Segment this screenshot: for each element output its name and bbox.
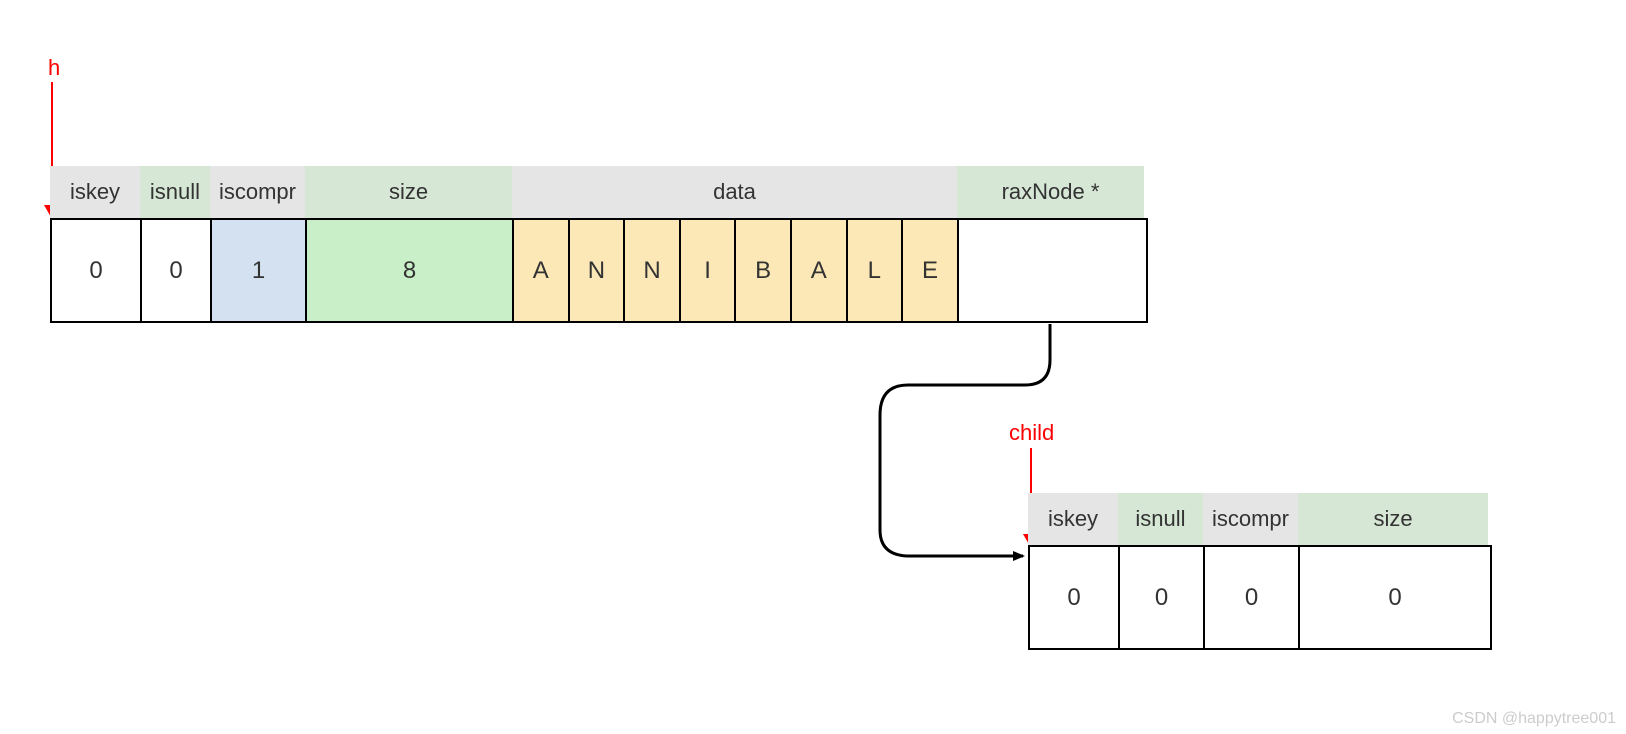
header-size: size [1298,493,1488,545]
value-data-1: N [570,220,626,321]
node-h-header: iskey isnull iscompr size data raxNode * [50,166,1148,218]
header-size: size [305,166,512,218]
header-isnull: isnull [140,166,210,218]
header-iscompr: iscompr [1203,493,1298,545]
header-data: data [512,166,957,218]
value-data-7: E [903,220,959,321]
value-data-5: A [792,220,848,321]
node-h-body: 0 0 1 8 A N N I B A L E [50,218,1148,323]
value-iskey: 0 [1030,547,1120,648]
value-iskey: 0 [52,220,142,321]
header-iskey: iskey [50,166,140,218]
value-data-0: A [514,220,570,321]
value-data-3: I [681,220,737,321]
value-iscompr: 0 [1205,547,1300,648]
header-iscompr: iscompr [210,166,305,218]
pointer-label-h: h [48,55,60,81]
value-data-4: B [736,220,792,321]
pointer-label-child: child [1009,420,1054,446]
node-child-header: iskey isnull iscompr size [1028,493,1492,545]
node-h: iskey isnull iscompr size data raxNode *… [50,166,1148,323]
node-child-body: 0 0 0 0 [1028,545,1492,650]
value-size: 8 [307,220,514,321]
value-size: 0 [1300,547,1490,648]
value-raxnode-pointer [959,220,1146,321]
header-iskey: iskey [1028,493,1118,545]
value-data-2: N [625,220,681,321]
value-iscompr: 1 [212,220,307,321]
header-isnull: isnull [1118,493,1203,545]
value-data-6: L [848,220,904,321]
watermark-credit: CSDN @happytree001 [1452,710,1616,728]
value-isnull: 0 [1120,547,1205,648]
header-raxnode: raxNode * [957,166,1144,218]
node-child: iskey isnull iscompr size 0 0 0 0 [1028,493,1492,650]
value-isnull: 0 [142,220,212,321]
